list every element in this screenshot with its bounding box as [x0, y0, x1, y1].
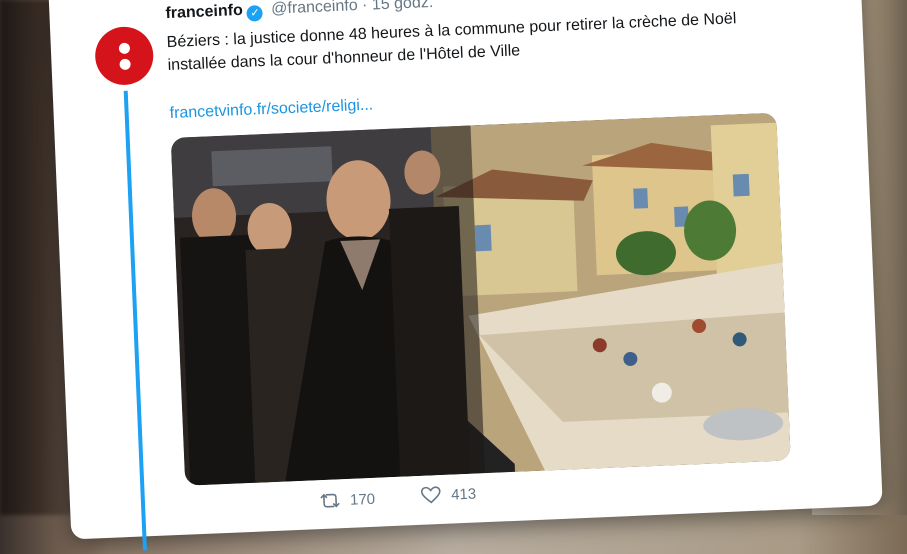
avatar-logo-dot — [118, 42, 131, 55]
like-button[interactable]: 413 — [421, 485, 477, 505]
tweet-link[interactable]: francetvinfo.fr/societe/religi... — [169, 97, 373, 124]
like-count: 413 — [450, 485, 477, 504]
avatar[interactable] — [94, 25, 155, 87]
separator: · — [361, 0, 368, 14]
tweet-actions: 170 413 — [320, 483, 519, 513]
author-name[interactable]: franceinfo — [165, 2, 243, 22]
retweet-icon — [320, 493, 340, 508]
tweet-media-photo[interactable] — [170, 112, 791, 486]
tweet-timestamp[interactable]: 15 godz. — [372, 0, 434, 13]
verified-badge-icon: ✓ — [246, 5, 264, 22]
nativity-scene-photo — [170, 112, 791, 486]
avatar-logo-dot — [119, 58, 131, 71]
retweet-button[interactable]: 170 — [320, 490, 376, 509]
retweet-count: 170 — [349, 490, 376, 509]
tweet-card: franceinfo ✓ @franceinfo · 15 godz. Bézie… — [48, 0, 883, 551]
thread-line — [123, 90, 147, 551]
author-handle[interactable]: @franceinfo — [271, 0, 358, 18]
heart-icon — [421, 486, 441, 504]
